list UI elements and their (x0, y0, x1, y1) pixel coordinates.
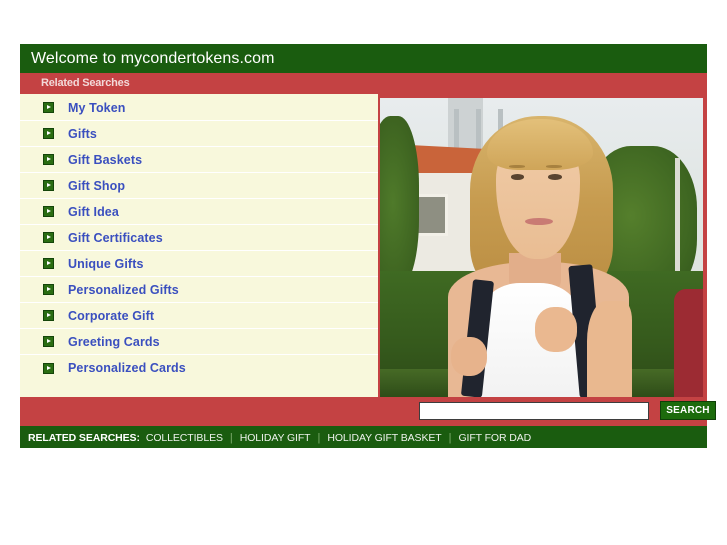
footer-related-searches: RELATED SEARCHES: COLLECTIBLES | HOLIDAY GI… (20, 426, 707, 448)
arrow-right-icon (43, 180, 54, 191)
footer-term-collectibles[interactable]: COLLECTIBLES (140, 432, 229, 444)
site-frame: Welcome to mycondertokens.com Related Se… (20, 44, 716, 448)
sidebar-item-my-token[interactable]: My Token (20, 95, 378, 121)
person-eye-left (510, 174, 525, 180)
sidebar-item-greeting-cards[interactable]: Greeting Cards (20, 329, 378, 355)
arrow-right-icon (43, 128, 54, 139)
sidebar-item-label: Gift Shop (68, 178, 126, 193)
arrow-right-icon (43, 102, 54, 113)
hero-photo-panel (378, 94, 707, 397)
person-mouth (525, 217, 553, 225)
arrow-right-icon (43, 336, 54, 347)
sidebar-item-label: Gift Baskets (68, 152, 143, 167)
arrow-right-icon (43, 232, 54, 243)
sidebar-item-personalized-cards[interactable]: Personalized Cards (20, 355, 378, 381)
sidebar-item-label: Gift Idea (68, 204, 119, 219)
arrow-right-icon (43, 284, 54, 295)
sidebar-item-label: Corporate Gift (68, 308, 155, 323)
footer-term-holiday-gift-basket[interactable]: HOLIDAY GIFT BASKET (321, 432, 447, 444)
footer-term-gift-for-dad[interactable]: GIFT FOR DAD (452, 432, 537, 444)
person-eye-right (547, 174, 562, 180)
sidebar-item-gift-baskets[interactable]: Gift Baskets (20, 147, 378, 173)
footer-separator: | (229, 432, 233, 444)
sidebar-item-gift-idea[interactable]: Gift Idea (20, 199, 378, 225)
search-button[interactable]: SEARCH (660, 401, 716, 420)
arrow-right-icon (43, 310, 54, 321)
sidebar-item-label: My Token (68, 100, 126, 115)
hero-photo (380, 98, 703, 397)
arrow-right-icon (43, 362, 54, 374)
person-hand-left (451, 337, 487, 377)
related-searches-header: Related Searches (20, 73, 707, 94)
sidebar-item-gifts[interactable]: Gifts (20, 121, 378, 147)
person-hand-right (535, 307, 578, 353)
sidebar-item-label: Gift Certificates (68, 230, 163, 245)
footer-label: RELATED SEARCHES: (28, 432, 140, 444)
content-area: My Token Gifts Gift Baskets Gift Shop Gift I… (20, 94, 707, 397)
page-root: Welcome to mycondertokens.com Related Se… (0, 0, 727, 545)
sidebar-item-corporate-gift[interactable]: Corporate Gift (20, 303, 378, 329)
related-searches-list: My Token Gifts Gift Baskets Gift Shop Gift I… (20, 94, 378, 397)
sidebar-item-label: Greeting Cards (68, 334, 160, 349)
sidebar-item-label: Gifts (68, 126, 97, 141)
sidebar-item-gift-certificates[interactable]: Gift Certificates (20, 225, 378, 251)
person-arm-right (586, 301, 632, 397)
sidebar-item-label: Personalized Cards (68, 361, 186, 375)
arrow-right-icon (43, 154, 54, 165)
sidebar-item-personalized-gifts[interactable]: Personalized Gifts (20, 277, 378, 303)
page-title: Welcome to mycondertokens.com (20, 44, 707, 73)
search-bar: SEARCH (20, 397, 716, 426)
arrow-right-icon (43, 258, 54, 269)
arrow-right-icon (43, 206, 54, 217)
sidebar-item-label: Unique Gifts (68, 256, 144, 271)
sidebar-item-label: Personalized Gifts (68, 282, 179, 297)
sidebar-item-unique-gifts[interactable]: Unique Gifts (20, 251, 378, 277)
footer-term-holiday-gift[interactable]: HOLIDAY GIFT (234, 432, 317, 444)
search-input[interactable] (419, 402, 649, 420)
photo-person (380, 98, 703, 397)
sidebar-item-gift-shop[interactable]: Gift Shop (20, 173, 378, 199)
